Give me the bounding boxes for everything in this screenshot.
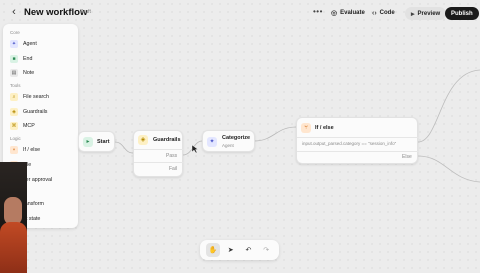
sidebar-item-mcp[interactable]: ⌘ MCP xyxy=(10,121,35,131)
presenter-face xyxy=(4,197,22,225)
code-button[interactable]: ‹› Code xyxy=(372,7,395,19)
node-if-else[interactable]: ⑂ If / else input.output_parsed.category… xyxy=(296,117,419,164)
more-options-button[interactable]: ••• xyxy=(313,7,323,16)
pan-hand-icon[interactable]: ✋ xyxy=(205,243,220,257)
redo-icon[interactable]: ↷ xyxy=(259,243,273,257)
node-categorize-sublabel: Agent xyxy=(222,143,234,148)
if-else-icon: ⑂ xyxy=(10,146,18,154)
sidebar-item-note[interactable]: ▤ Note xyxy=(10,68,34,78)
divider xyxy=(297,137,419,138)
node-categorize[interactable]: ✦ Categorize Agent xyxy=(202,130,255,152)
edge-ifelse-out-bottom xyxy=(417,155,480,183)
sidebar-item-label: Guardrails xyxy=(23,109,48,115)
sidebar-item-label: ser approval xyxy=(23,177,53,183)
sidebar-item-label: Note xyxy=(23,70,35,76)
sidebar-item-label: MCP xyxy=(23,123,35,129)
evaluate-icon: ◎ xyxy=(331,10,338,17)
code-icon: ‹› xyxy=(372,9,377,17)
port-else[interactable]: Else xyxy=(402,154,412,160)
guardrails-icon: ◈ xyxy=(138,135,148,145)
evaluate-button[interactable]: ◎ Evaluate xyxy=(331,7,365,19)
divider xyxy=(134,149,184,150)
pointer-icon[interactable]: ➤ xyxy=(224,243,238,257)
workflow-title[interactable]: New workflow xyxy=(24,7,87,18)
play-icon: ▸ xyxy=(411,10,415,18)
presenter-shirt xyxy=(0,222,27,273)
publish-button[interactable]: Publish xyxy=(445,7,479,20)
cursor-icon xyxy=(191,144,199,154)
section-core: Core xyxy=(10,30,20,35)
node-guardrails[interactable]: ◈ Guardrails Pass Fail xyxy=(133,130,184,177)
sidebar-item-label: End xyxy=(23,56,33,62)
evaluate-label: Evaluate xyxy=(340,10,365,16)
sidebar-item-file-search[interactable]: ⌕ File search xyxy=(10,92,49,102)
branch-icon: ⑂ xyxy=(301,123,311,133)
condition-expression[interactable]: input.output_parsed.category == "session… xyxy=(302,141,396,146)
node-categorize-label: Categorize xyxy=(222,135,251,141)
header-bar: ‹ New workflow Draft ••• ◎ Evaluate ‹› C… xyxy=(0,0,480,26)
node-start-label: Start xyxy=(97,139,110,145)
sidebar-item-guardrails[interactable]: ◈ Guardrails xyxy=(10,107,47,117)
divider xyxy=(134,162,184,163)
agent-icon: ✦ xyxy=(207,137,217,147)
file-search-icon: ⌕ xyxy=(10,93,18,101)
port-fail[interactable]: Fail xyxy=(169,166,177,172)
publish-label: Publish xyxy=(451,10,473,17)
note-icon: ▤ xyxy=(10,69,18,77)
edge-categorize-ifelse xyxy=(253,126,297,142)
code-label: Code xyxy=(379,10,395,16)
sidebar-item-label: File search xyxy=(23,94,49,100)
undo-icon[interactable]: ↶ xyxy=(241,243,255,257)
sidebar-item-label: Agent xyxy=(23,41,37,47)
node-start[interactable]: ▸ Start xyxy=(78,131,115,152)
sidebar-item-end[interactable]: ■ End xyxy=(10,54,32,64)
section-logic: Logic xyxy=(10,136,21,141)
sidebar-item-if-else[interactable]: ⑂ If / else xyxy=(10,145,40,155)
preview-button[interactable]: ▸ Preview xyxy=(405,7,447,20)
edge-ifelse-out-top xyxy=(417,69,480,143)
canvas-toolbar: ✋ ➤ ↶ ↷ xyxy=(200,240,279,260)
back-chevron-icon[interactable]: ‹ xyxy=(8,6,20,18)
agent-icon: ✦ xyxy=(10,40,18,48)
sidebar-item-label: If / else xyxy=(23,147,41,153)
sidebar-item-agent[interactable]: ✦ Agent xyxy=(10,39,37,49)
section-tools: Tools xyxy=(10,83,21,88)
play-icon: ▸ xyxy=(83,137,93,147)
guardrails-icon: ◈ xyxy=(10,108,18,116)
port-pass[interactable]: Pass xyxy=(166,153,177,159)
edge-start-guardrails xyxy=(114,141,134,154)
draft-badge: Draft xyxy=(80,9,91,15)
mcp-icon: ⌘ xyxy=(10,122,18,130)
divider xyxy=(297,151,419,152)
preview-label: Preview xyxy=(417,10,441,17)
end-icon: ■ xyxy=(10,55,18,63)
node-if-else-label: If / else xyxy=(315,125,334,131)
webcam-overlay xyxy=(0,162,27,273)
node-guardrails-label: Guardrails xyxy=(153,137,181,143)
